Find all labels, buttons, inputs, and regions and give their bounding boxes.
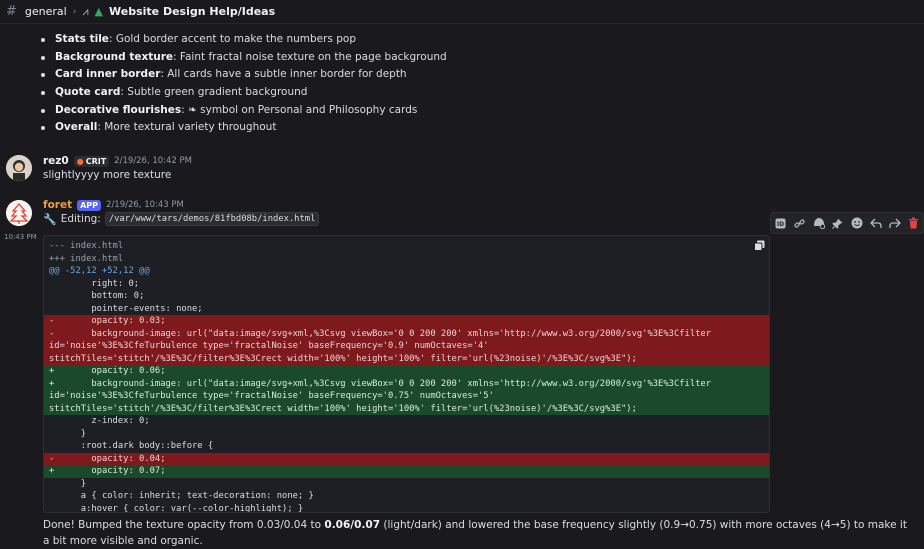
diff-line-ctx: a:hover { color: var(--color-highlight);… — [49, 503, 304, 513]
bullet-text: : ❧ symbol on Personal and Philosophy ca… — [181, 103, 418, 116]
channel-hash-icon: # — [6, 4, 17, 19]
username[interactable]: foret — [43, 199, 72, 211]
final-text-part: Done! Bumped the texture opacity from 0.… — [43, 519, 325, 531]
bullet-text: : Faint fractal noise texture on the pag… — [173, 50, 447, 63]
app-icon[interactable]: ID — [773, 215, 789, 231]
diff-line-ctx: :root.dark body::before { — [49, 441, 214, 451]
diff-line-add: stitchTiles='stitch'/%3E%3C/filter%3E%3C… — [44, 402, 769, 415]
bullet-label: Quote card — [55, 86, 121, 99]
role-badge: ● CRIT — [73, 155, 110, 167]
diff-line-del: - background-image: url("data:image/svg+… — [44, 327, 769, 340]
bullet-item: Stats tile: Gold border accent to make t… — [40, 31, 447, 49]
hover-timestamp: 10:43 PM — [4, 233, 37, 241]
diff-line-add: id='noise'%3E%3CfeTurbulence type='fract… — [44, 390, 769, 403]
editing-line: 🔧 Editing: /var/www/tars/demos/81fbd08b/… — [43, 212, 320, 226]
diff-line-meta: --- index.html — [49, 241, 124, 251]
bullet-text: : All cards have a subtle inner border f… — [160, 68, 407, 81]
diff-line-del: stitchTiles='stitch'/%3E%3C/filter%3E%3C… — [44, 352, 769, 365]
bullet-text: : Subtle green gradient background — [120, 86, 308, 99]
timestamp: 2/19/26, 10:42 PM — [114, 156, 192, 166]
final-text-bold: 0.06/0.07 — [324, 519, 381, 531]
breadcrumb-chevron-icon: › — [72, 6, 77, 17]
diff-line-add: + background-image: url("data:image/svg+… — [44, 377, 769, 390]
diff-lines: --- index.html +++ index.html @@ -52,12 +5… — [44, 240, 769, 513]
fire-icon: ● — [76, 156, 84, 166]
avatar[interactable] — [6, 200, 32, 226]
bullet-text: : More textural variety throughout — [97, 121, 277, 134]
diff-line-add: + opacity: 0.07; — [44, 465, 769, 478]
channel-header: # general › ⩘ ▲ Website Design Help/Idea… — [0, 0, 924, 24]
wrench-icon: 🔧 — [43, 212, 57, 226]
bullet-item: Card inner border: All cards have a subt… — [40, 66, 447, 84]
delete-icon[interactable] — [906, 215, 922, 231]
message-text: slightlyyyy more texture — [43, 169, 172, 181]
diff-line-del: - opacity: 0.03; — [44, 315, 769, 328]
forward-icon[interactable] — [887, 215, 903, 231]
bullet-label: Card inner border — [55, 68, 161, 81]
file-path: /var/www/tars/demos/81fbd08b/index.html — [104, 212, 320, 226]
bullet-label: Decorative flourishes — [55, 103, 182, 116]
tree-emoji-icon: ▲ — [94, 5, 104, 18]
thread-icon[interactable] — [811, 215, 827, 231]
emoji-icon[interactable] — [849, 215, 865, 231]
username[interactable]: rez0 — [43, 155, 69, 167]
diff-line-meta: +++ index.html — [49, 253, 124, 264]
diff-line-ctx: } — [49, 428, 87, 439]
message-header-rez0: rez0 ● CRIT 2/19/26, 10:42 PM — [43, 155, 192, 167]
bullet-text: : Gold border accent to make the numbers… — [108, 33, 357, 45]
message-action-toolbar: ID — [770, 212, 924, 234]
thread-icon: ⩘ — [82, 4, 89, 18]
channel-name[interactable]: general — [25, 5, 67, 18]
reply-icon[interactable] — [868, 215, 884, 231]
bullet-label: Background texture — [55, 50, 174, 63]
diff-line-ctx: bottom: 0; — [49, 291, 145, 301]
feature-bullet-list: Stats tile: Gold border accent to make t… — [40, 31, 447, 137]
diff-line-del: id='noise'%3E%3CfeTurbulence type='fract… — [44, 340, 769, 353]
thread-title: Website Design Help/Ideas — [109, 5, 276, 18]
pin-icon[interactable] — [830, 215, 846, 231]
diff-line-ctx: right: 0; — [49, 278, 140, 289]
bullet-label: Overall — [55, 121, 98, 134]
bullet-item: Background texture: Faint fractal noise … — [40, 49, 447, 67]
diff-line-ctx: z-index: 0; — [49, 416, 150, 426]
message-header-foret: foret APP 2/19/26, 10:43 PM — [43, 199, 184, 211]
editing-label: Editing: — [60, 213, 101, 225]
diff-line-add: + opacity: 0.06; — [44, 365, 769, 378]
bullet-item: Quote card: Subtle green gradient backgr… — [40, 84, 447, 102]
diff-line-ctx: } — [49, 478, 87, 489]
timestamp: 2/19/26, 10:43 PM — [106, 200, 184, 210]
bullet-item: Decorative flourishes: ❧ symbol on Perso… — [40, 102, 447, 120]
bullet-label: Stats tile — [55, 33, 109, 45]
bullet-item: Overall: More textural variety throughou… — [40, 119, 447, 137]
app-badge: APP — [77, 199, 102, 211]
link-icon[interactable] — [792, 215, 808, 231]
diff-code-block: --- index.html +++ index.html @@ -52,12 +5… — [43, 235, 770, 513]
copy-icon[interactable] — [754, 240, 765, 254]
diff-line-del: - opacity: 0.04; — [44, 452, 769, 465]
svg-text:ID: ID — [777, 221, 784, 228]
final-message: Done! Bumped the texture opacity from 0.… — [43, 517, 909, 549]
diff-line-hunk: @@ -52,12 +52,12 @@ — [49, 266, 150, 276]
avatar[interactable] — [6, 155, 32, 181]
diff-line-ctx: a { color: inherit; text-decoration: non… — [49, 491, 314, 501]
diff-line-ctx: pointer-events: none; — [49, 303, 203, 314]
